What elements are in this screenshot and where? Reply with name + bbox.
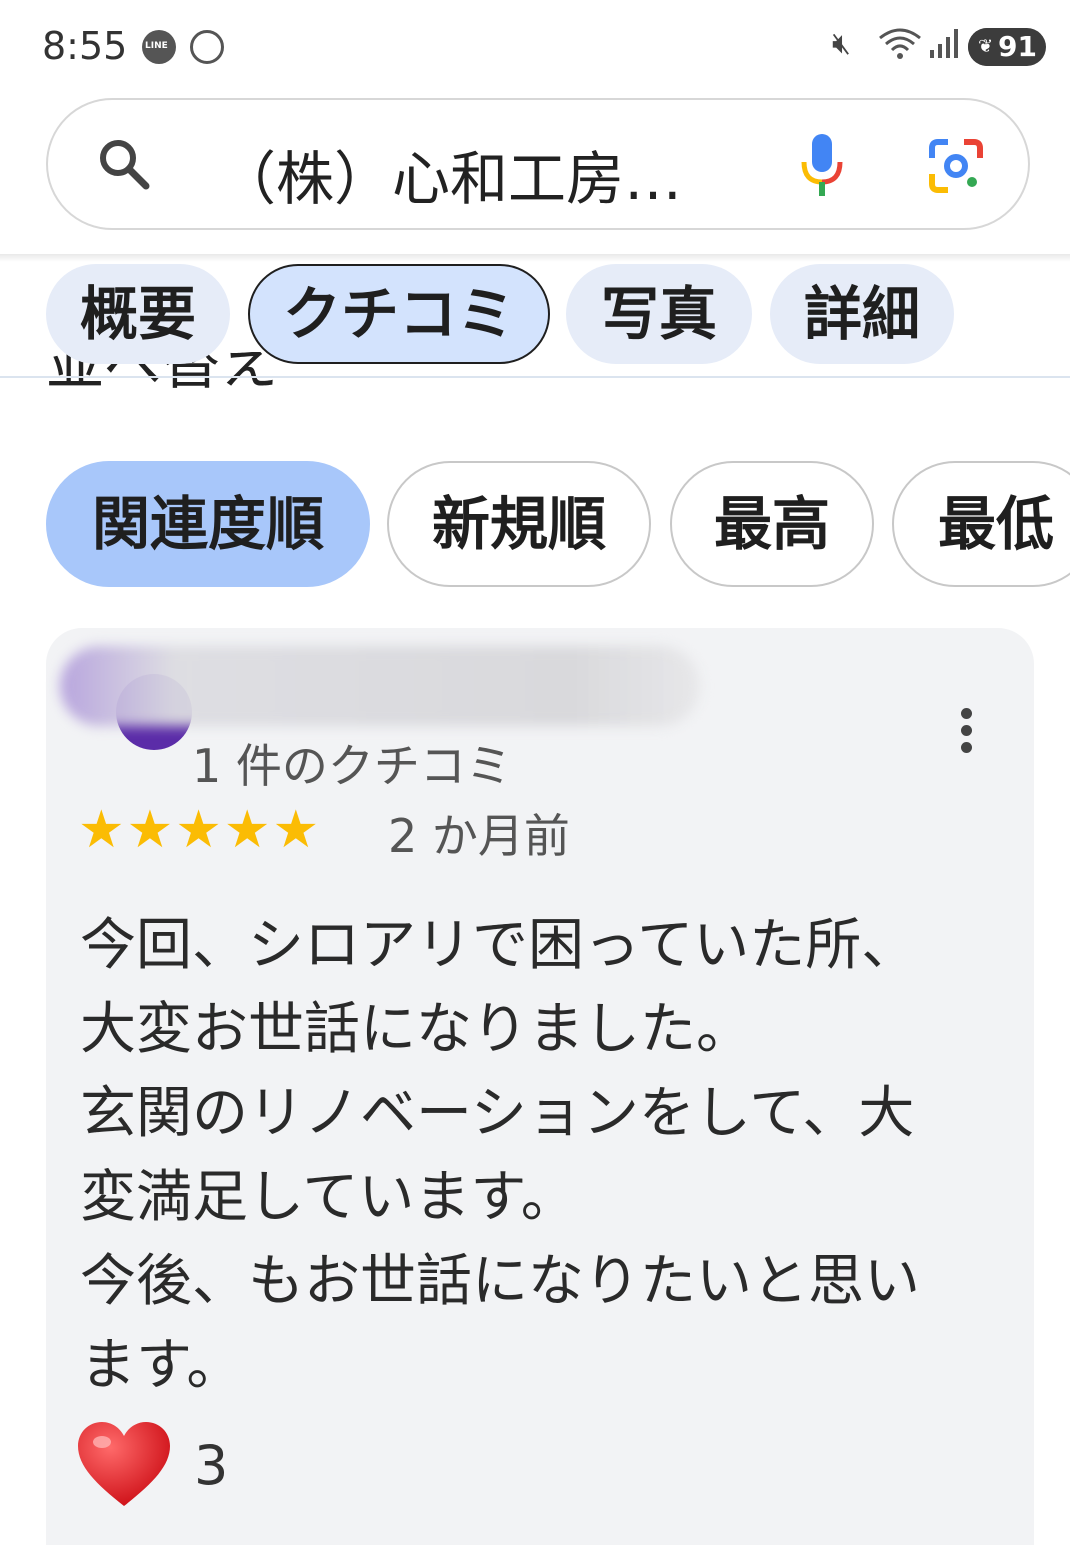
sort-chip-newest[interactable]: 新規順 (387, 461, 651, 587)
header-shadow (0, 254, 1070, 262)
search-input[interactable]: （株）心和工房… (218, 132, 682, 216)
tabs-divider (0, 376, 1070, 378)
reaction-count: 3 (194, 1434, 229, 1497)
search-icon[interactable] (96, 136, 152, 192)
review-line: 玄関のリノベーションをして、大 (80, 1081, 915, 1146)
reviewer-name-redacted (60, 646, 700, 726)
mic-icon[interactable] (800, 134, 844, 198)
battery-percent: 91 (998, 30, 1037, 63)
review-text: 今回、シロアリで困っていた所、 大変お世話になりました。 玄関のリノベーションを… (80, 904, 980, 1408)
mute-icon: 🔇︎ (832, 26, 851, 61)
sort-chip-relevance[interactable]: 関連度順 (46, 461, 370, 587)
tab-details[interactable]: 詳細 (770, 264, 954, 364)
review-line: 今後、もお世話になりたいと思い (80, 1249, 920, 1314)
app-icon (190, 30, 224, 64)
reviewer-review-count[interactable]: 1 件のクチコミ (192, 730, 512, 796)
search-bar[interactable]: （株）心和工房… (46, 98, 1030, 230)
signal-icon (930, 29, 958, 58)
battery-icon: ❦ 91 (968, 28, 1046, 66)
sort-chip-highest[interactable]: 最高 (670, 461, 874, 587)
review-date: 2 か月前 (388, 809, 570, 863)
review-line: ます。 (80, 1333, 243, 1398)
status-bar: 8:55 🔇︎ ❦ 91 (0, 0, 1070, 95)
status-time: 8:55 (42, 24, 128, 68)
tab-overview[interactable]: 概要 (46, 264, 230, 364)
review-line: 今回、シロアリで困っていた所、 (80, 913, 918, 978)
tab-photos[interactable]: 写真 (566, 264, 752, 364)
lens-icon[interactable] (928, 138, 984, 194)
star-rating: ★★★★★ (78, 800, 322, 860)
review-card: 1 件のクチコミ ★★★★★ 2 か月前 今回、シロアリで困っていた所、 大変お… (46, 628, 1034, 1545)
heart-icon[interactable] (76, 1420, 172, 1510)
sort-chip-lowest[interactable]: 最低 (892, 461, 1070, 587)
line-icon (142, 30, 176, 64)
tab-reviews[interactable]: クチコミ (248, 264, 550, 364)
review-line: 大変お世話になりました。 (80, 997, 752, 1062)
wifi-icon (879, 28, 921, 59)
more-options-icon[interactable] (954, 708, 978, 758)
leaf-icon: ❦ (978, 36, 994, 57)
review-line: 変満足しています。 (80, 1165, 577, 1230)
